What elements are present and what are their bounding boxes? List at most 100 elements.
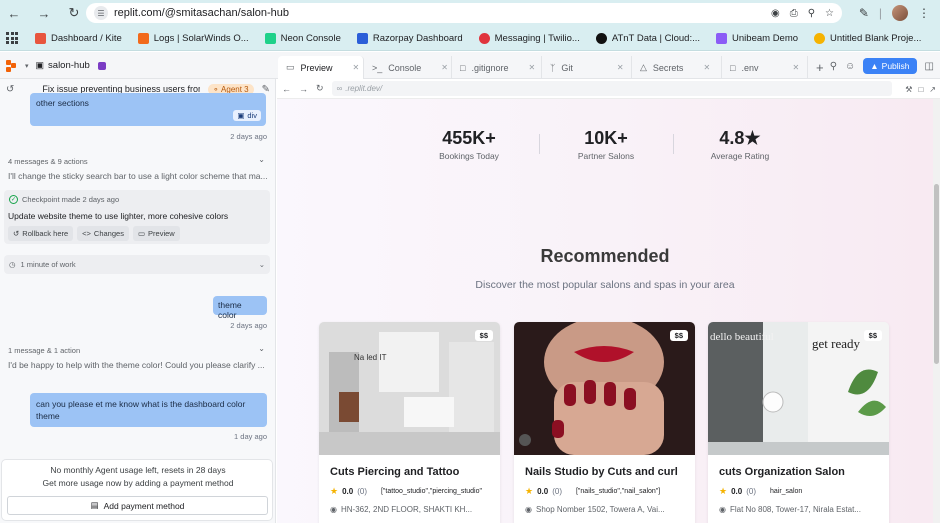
- bookmark-atnt[interactable]: ATnT Data | Cloud:...: [589, 28, 707, 48]
- tab-gitignore[interactable]: □ .gitignore ✕: [452, 56, 542, 79]
- salon-wall-illustration: dello beautiful get ready: [708, 322, 889, 455]
- rollback-button[interactable]: ↺ Rollback here: [8, 226, 74, 241]
- reload-icon[interactable]: ↻: [63, 2, 85, 24]
- salon-card[interactable]: $$ Nails Studio by Cuts and curl ★ 0.0 (…: [514, 322, 695, 523]
- close-icon[interactable]: ✕: [792, 63, 799, 72]
- usage-notice-line: Get more usage now by adding a payment m…: [42, 478, 234, 488]
- zoom-icon[interactable]: ⚲: [808, 8, 815, 19]
- price-badge: $$: [669, 330, 688, 341]
- scrollbar-thumb[interactable]: [934, 184, 939, 364]
- message-timestamp: 1 day ago: [234, 432, 267, 441]
- bookmark-neon[interactable]: Neon Console: [258, 28, 348, 48]
- bookmark-kite[interactable]: Dashboard / Kite: [28, 28, 129, 48]
- forward-icon[interactable]: →: [33, 2, 55, 24]
- salon-name[interactable]: Cuts Piercing and Tattoo: [330, 466, 459, 478]
- user-message: can you please et me know what is the da…: [30, 393, 267, 427]
- tab-console[interactable]: >_ Console ✕: [364, 56, 452, 79]
- extensions-icon[interactable]: ✎: [859, 6, 869, 20]
- tab-secrets[interactable]: △ Secrets ✕: [632, 56, 722, 79]
- bookmark-unibeam[interactable]: Unibeam Demo: [709, 28, 805, 48]
- price-badge: $$: [863, 330, 882, 341]
- close-icon[interactable]: ✕: [441, 63, 448, 72]
- profile-avatar[interactable]: [892, 5, 908, 21]
- invite-user-icon[interactable]: ☺: [845, 61, 855, 72]
- browser-toolbar: ← → ↻ ☰ replit.com/@smitasachan/salon-hu…: [0, 0, 940, 26]
- stat-bookings: 455K+ Bookings Today: [439, 128, 499, 161]
- back-icon[interactable]: ←: [3, 2, 25, 24]
- preview-address-input[interactable]: ∞ .replit.dev/: [331, 81, 892, 96]
- bookmark-star-icon[interactable]: ☆: [825, 8, 834, 19]
- add-payment-button[interactable]: ▤ Add payment method: [7, 496, 268, 515]
- forward-icon[interactable]: →: [299, 84, 308, 94]
- bookmark-razorpay[interactable]: Razorpay Dashboard: [350, 28, 470, 48]
- project-selector[interactable]: ▣ salon-hub: [36, 60, 106, 71]
- layout-toggle-icon[interactable]: ◫: [925, 61, 934, 72]
- salon-photo: dello beautiful get ready $$: [708, 322, 889, 455]
- close-icon[interactable]: ✕: [617, 63, 624, 72]
- salon-name[interactable]: cuts Organization Salon: [719, 466, 845, 478]
- bookmark-untitled[interactable]: Untitled Blank Proje...: [807, 28, 928, 48]
- replit-logo-icon[interactable]: [6, 59, 18, 72]
- salon-website-preview: 455K+ Bookings Today 10K+ Partner Salons…: [277, 99, 933, 523]
- svg-text:get ready: get ready: [812, 336, 861, 351]
- salon-rating: ★ 0.0 (0) ["tattoo_studio","piercing_stu…: [330, 486, 482, 496]
- changes-button[interactable]: <> Changes: [77, 226, 129, 241]
- card-icon: ▤: [90, 500, 99, 510]
- message-text: theme color: [218, 300, 242, 320]
- close-icon[interactable]: ✕: [703, 63, 710, 72]
- menu-dots-icon[interactable]: ⋮: [918, 6, 930, 20]
- devtools-icon[interactable]: ⚒: [905, 85, 912, 94]
- work-duration-row[interactable]: ◷ 1 minute of work ⌄: [4, 255, 270, 274]
- chevron-down-icon[interactable]: ⌄: [258, 344, 265, 353]
- actions-summary[interactable]: 4 messages & 9 actions: [8, 157, 88, 166]
- solarwinds-icon: [137, 32, 149, 44]
- actions-summary[interactable]: 1 message & 1 action: [8, 346, 80, 355]
- project-badge-icon: [97, 61, 106, 70]
- unibeam-icon: [716, 32, 728, 44]
- salon-name[interactable]: Nails Studio by Cuts and curl: [525, 466, 678, 478]
- check-circle-icon: ✓: [9, 195, 18, 204]
- tab-preview[interactable]: ▭ Preview ✕: [278, 56, 364, 79]
- project-file-icon: ▣: [35, 60, 45, 70]
- close-icon[interactable]: ✕: [528, 63, 535, 72]
- new-tab-button[interactable]: +: [808, 56, 832, 79]
- chevron-down-icon[interactable]: ▾: [25, 62, 29, 70]
- preview-button[interactable]: ▭ Preview: [132, 226, 180, 241]
- bookmark-solarwinds[interactable]: Logs | SolarWinds O...: [131, 28, 256, 48]
- reload-icon[interactable]: ↻: [316, 83, 324, 94]
- search-icon[interactable]: ⚲: [830, 61, 837, 72]
- divider-icon: |: [878, 6, 882, 20]
- history-icon[interactable]: ↺: [6, 84, 14, 95]
- tab-git[interactable]: ᛉ Git ✕: [542, 56, 632, 79]
- salon-tags: hair_salon: [769, 488, 803, 495]
- user-message: other sections ▣ div: [30, 93, 266, 126]
- bookmarks-bar: Dashboard / Kite Logs | SolarWinds O... …: [0, 26, 940, 51]
- nails-photo-illustration: [514, 322, 695, 455]
- kite-icon: [35, 32, 46, 44]
- file-icon: □: [460, 62, 466, 73]
- install-icon[interactable]: ⎙: [790, 8, 798, 19]
- back-icon[interactable]: ←: [282, 84, 291, 94]
- publish-button[interactable]: ▲ Publish: [863, 58, 917, 74]
- close-icon[interactable]: ✕: [353, 63, 360, 72]
- chevron-down-icon[interactable]: ⌄: [258, 155, 265, 164]
- salon-card[interactable]: dello beautiful get ready $$ cuts Organi…: [708, 322, 889, 523]
- site-info-icon[interactable]: ☰: [94, 6, 108, 20]
- location-pin-icon: ◉: [525, 505, 532, 514]
- agent-message: I'd be happy to help with the theme colo…: [8, 360, 265, 370]
- location-icon[interactable]: ◉: [771, 8, 780, 19]
- preview-scrollbar[interactable]: [933, 99, 940, 523]
- bookmark-twilio[interactable]: Messaging | Twilio...: [472, 28, 587, 48]
- element-chip[interactable]: ▣ div: [233, 110, 261, 121]
- salon-card[interactable]: Na led IT $$ Cuts Piercing and Tattoo ★ …: [319, 322, 500, 523]
- address-bar[interactable]: ☰ replit.com/@smitasachan/salon-hub ◉ ⎙ …: [86, 3, 842, 23]
- stat-divider: [539, 134, 540, 154]
- apps-grid-icon[interactable]: [6, 32, 18, 44]
- link-icon: ∞: [336, 84, 343, 93]
- url-text: replit.com/@smitasachan/salon-hub: [114, 7, 290, 19]
- tab-env[interactable]: □ .env ✕: [722, 56, 808, 79]
- stat-rating: 4.8★ Average Rating: [710, 128, 770, 161]
- stat-partners: 10K+ Partner Salons: [577, 128, 635, 161]
- copy-icon[interactable]: □: [918, 85, 923, 94]
- open-new-tab-icon[interactable]: ↗: [929, 85, 936, 94]
